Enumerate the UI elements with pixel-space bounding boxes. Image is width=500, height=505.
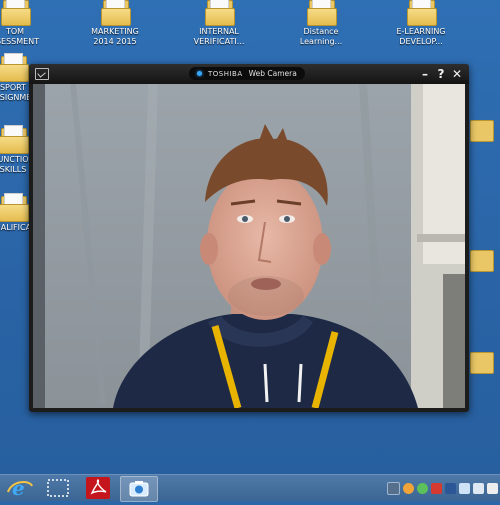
- minimize-button[interactable]: –: [417, 65, 433, 83]
- folder-icon: [307, 0, 337, 26]
- partial-folder-icon[interactable]: [470, 352, 494, 374]
- web-camera-window[interactable]: TOSHIBA Web Camera – ? ✕: [29, 64, 469, 412]
- desktop-folder-tom-assessment[interactable]: TOM SSESSMENT: [0, 0, 50, 47]
- system-tray: [387, 480, 498, 496]
- folder-icon: [205, 0, 235, 26]
- web-camera-icon: [129, 481, 149, 497]
- folder-label-line1: TOM: [5, 27, 25, 36]
- folder-label-line1: E-LEARNING: [396, 27, 446, 36]
- volume-tray-icon[interactable]: [487, 482, 498, 494]
- flag-tray-icon[interactable]: [473, 482, 484, 494]
- sync-tray-icon[interactable]: [417, 482, 428, 494]
- window-title: Web Camera: [248, 69, 297, 78]
- help-button[interactable]: ?: [433, 65, 449, 83]
- folder-label-line2: DEVELOP...: [399, 37, 443, 46]
- brand-label: TOSHIBA: [208, 69, 243, 78]
- partial-folder-icon[interactable]: [470, 120, 494, 142]
- red-tray-icon[interactable]: [431, 482, 442, 494]
- adobe-reader-button[interactable]: [80, 476, 116, 500]
- folder-label-line1: Distance: [303, 27, 339, 36]
- snapshot-mode-icon[interactable]: [35, 68, 49, 80]
- desktop-folder-e-learning[interactable]: E-LEARNING DEVELOP...: [386, 0, 456, 47]
- word-tray-icon[interactable]: [445, 482, 456, 494]
- folder-icon: [0, 125, 29, 154]
- internet-explorer-button[interactable]: e: [2, 476, 38, 500]
- folder-icon: [0, 193, 29, 222]
- webcam-person-image: [33, 84, 465, 408]
- folder-icon: [407, 0, 437, 26]
- folder-label-line1: MARKETING: [91, 27, 139, 36]
- svg-text:e: e: [12, 476, 25, 500]
- taskbar: e: [0, 474, 500, 502]
- app-tray-icon[interactable]: [387, 481, 400, 495]
- folder-label-line2: 2014 2015: [93, 37, 137, 46]
- desktop-folder-distance-learning[interactable]: Distance Learning...: [286, 0, 356, 47]
- wifi-tray-icon[interactable]: [459, 482, 470, 494]
- desktop-folder-marketing[interactable]: MARKETING 2014 2015: [80, 0, 150, 47]
- desktop-folder-internal-verification[interactable]: INTERNAL VERIFICATI...: [184, 0, 254, 47]
- snipping-tool-button[interactable]: [40, 476, 76, 500]
- camera-status-dot-icon: [197, 71, 202, 76]
- close-button[interactable]: ✕: [449, 65, 465, 83]
- folder-icon: [0, 53, 29, 82]
- window-title-pill: TOSHIBA Web Camera: [189, 67, 305, 80]
- window-titlebar[interactable]: TOSHIBA Web Camera – ? ✕: [29, 64, 469, 84]
- folder-icon: [101, 0, 131, 26]
- folder-icon: [1, 0, 31, 26]
- folder-label-line1: INTERNAL: [199, 27, 239, 36]
- web-camera-taskbar-button[interactable]: [120, 476, 158, 502]
- snipping-tool-icon: [47, 479, 69, 497]
- adobe-reader-icon: [86, 477, 110, 499]
- folder-label-line2: SSESSMENT: [0, 37, 40, 46]
- orange-tray-icon[interactable]: [403, 482, 414, 494]
- partial-folder-icon[interactable]: [470, 250, 494, 272]
- folder-label-line2: VERIFICATI...: [193, 37, 245, 46]
- internet-explorer-icon: e: [7, 476, 33, 500]
- camera-video-feed: [33, 84, 465, 408]
- folder-label-line2: Learning...: [299, 37, 343, 46]
